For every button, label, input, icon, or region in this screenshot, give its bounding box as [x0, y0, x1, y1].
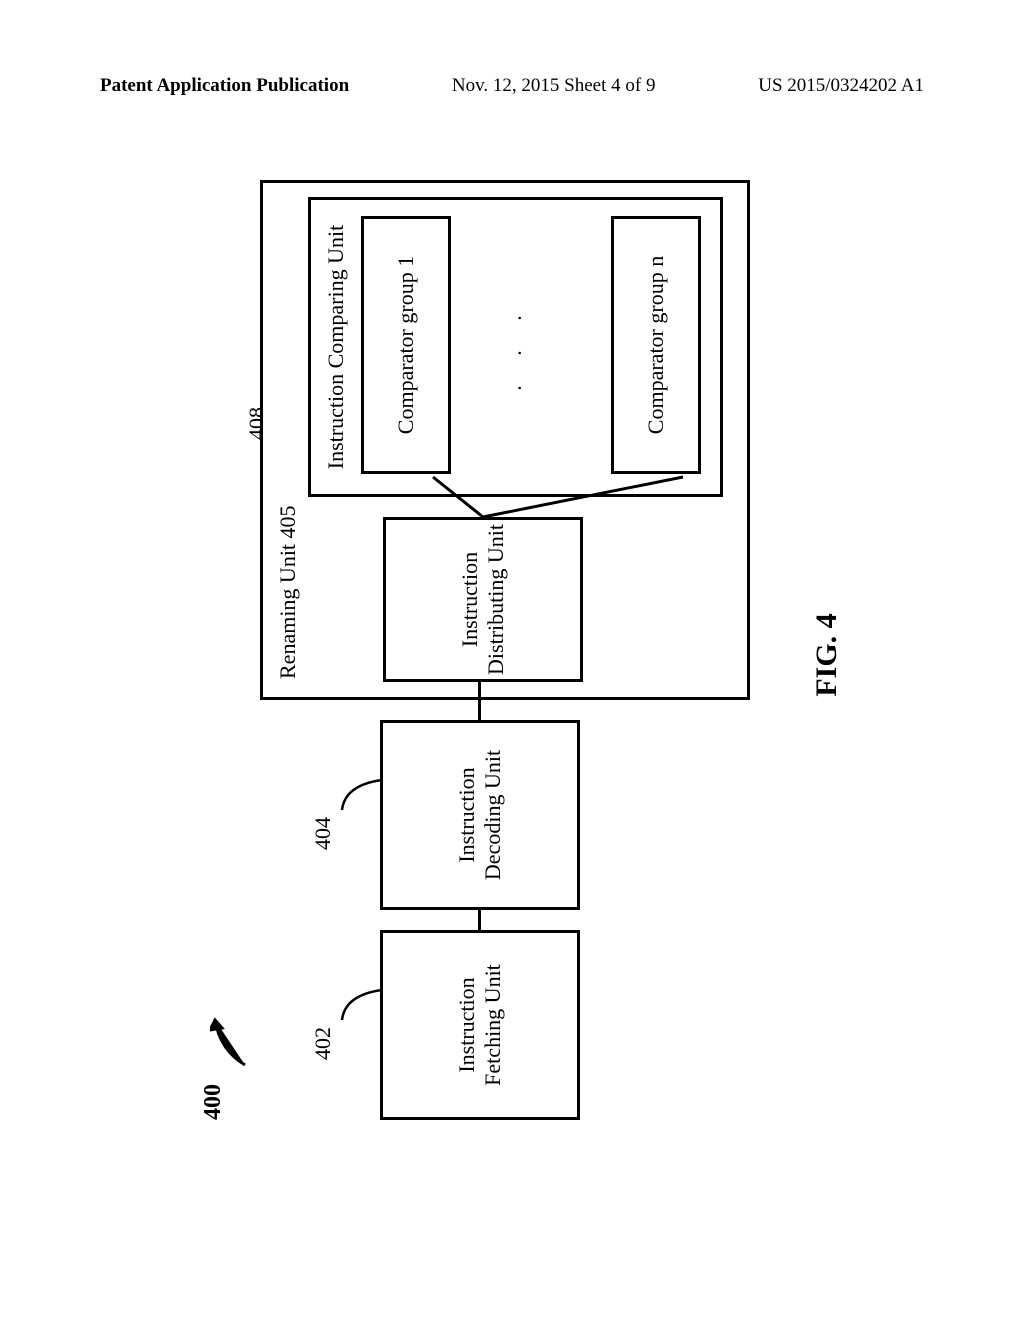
callout-404-icon: [340, 775, 385, 815]
group1-label: Comparator group 1: [393, 256, 419, 434]
groupn-label: Comparator group n: [643, 256, 669, 434]
connector-distribute-to-groups: [383, 457, 693, 517]
comparator-group-1: Comparator group 1: [361, 216, 451, 474]
decoding-label: Instruction Decoding Unit: [454, 750, 506, 880]
comparing-label: Instruction Comparing Unit: [323, 200, 349, 494]
distributing-label: Instruction Distributing Unit: [457, 524, 509, 675]
header-right: US 2015/0324202 A1: [758, 75, 924, 97]
diagram-rotated: 400 402 404 406 408 Instruction: [120, 150, 900, 1160]
diagram-area: 400 402 404 406 408 Instruction: [120, 150, 900, 1160]
ref-400: 400: [200, 1084, 227, 1120]
ref-402: 402: [310, 1027, 336, 1060]
ref-404: 404: [310, 817, 336, 850]
instruction-decoding-unit: Instruction Decoding Unit: [380, 720, 580, 910]
renaming-label: Renaming Unit 405: [275, 505, 301, 679]
fetching-label: Instruction Fetching Unit: [454, 964, 506, 1086]
comparator-group-n: Comparator group n: [611, 216, 701, 474]
page-header: Patent Application Publication Nov. 12, …: [0, 75, 1024, 97]
header-left: Patent Application Publication: [100, 75, 349, 97]
renaming-unit: Renaming Unit 405 Instruction Distributi…: [260, 180, 750, 700]
header-center: Nov. 12, 2015 Sheet 4 of 9: [452, 75, 656, 97]
ref-400-arrow-icon: [210, 1010, 250, 1070]
ellipsis-icon: . . .: [501, 200, 527, 494]
instruction-fetching-unit: Instruction Fetching Unit: [380, 930, 580, 1120]
figure-row: 400 402 404 406 408 Instruction: [180, 190, 780, 1120]
instruction-distributing-unit: Instruction Distributing Unit: [383, 517, 583, 682]
instruction-comparing-unit: Instruction Comparing Unit Comparator gr…: [308, 197, 723, 497]
callout-402-icon: [340, 985, 385, 1025]
figure-caption: FIG. 4: [810, 150, 844, 1160]
connector-fetch-decode: [478, 908, 481, 930]
connector-decode-renaming: [478, 698, 481, 720]
connector-renaming-distribute: [478, 682, 481, 697]
